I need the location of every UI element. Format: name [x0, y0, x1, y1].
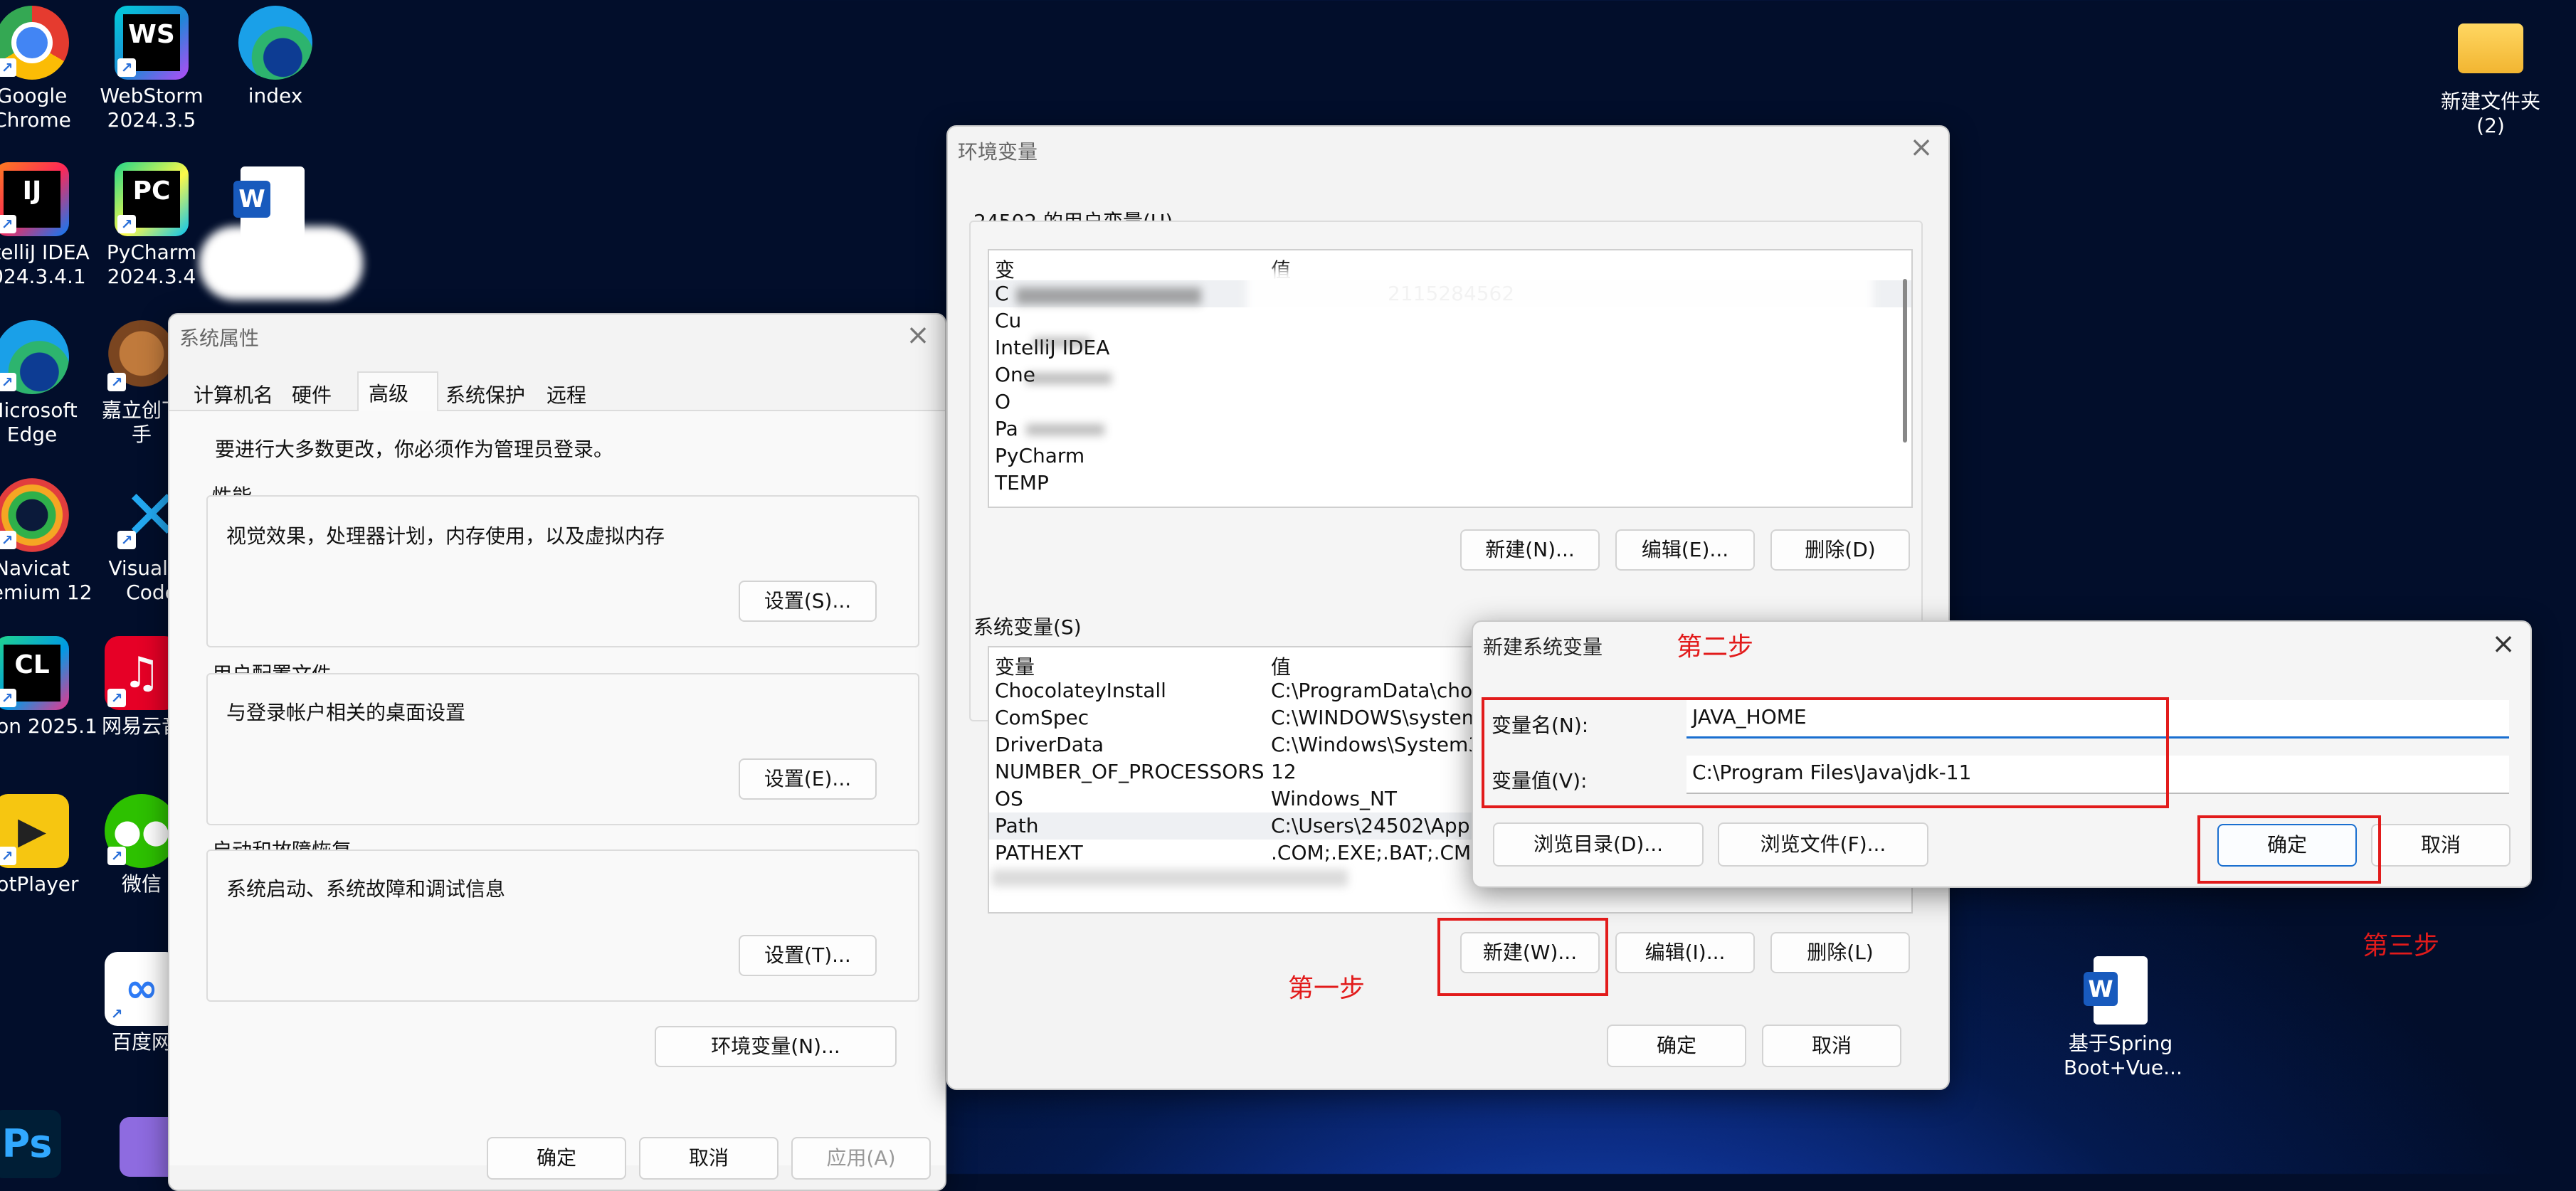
navicat-icon: ↗	[0, 478, 69, 552]
annotation-step2: 第二步	[1677, 632, 1754, 662]
scrollbar[interactable]	[1903, 279, 1907, 443]
window-title: 环境变量	[958, 140, 1038, 164]
startup-settings-button[interactable]: 设置(T)...	[739, 935, 877, 976]
window-title: 新建系统变量	[1483, 635, 1603, 659]
apply-button[interactable]: 应用(A)	[791, 1137, 931, 1180]
cancel-button[interactable]: 取消	[1762, 1025, 1901, 1067]
system-edit-button[interactable]: 编辑(I)...	[1615, 932, 1755, 973]
desktop-icon-label: PyCharm 2024.3.4	[106, 240, 197, 288]
group-desc: 系统启动、系统故障和调试信息	[226, 877, 506, 901]
word-doc-icon: W	[2084, 953, 2158, 1027]
desktop-icon-label: Navicat Premium 12	[0, 556, 93, 604]
edge-icon: ↗	[0, 320, 69, 394]
admin-notice: 要进行大多数更改，你必须作为管理员登录。	[215, 438, 614, 461]
redacted-values	[1026, 424, 1104, 435]
redacted-values	[1247, 269, 1873, 497]
pycharm-icon: PC ↗	[115, 162, 189, 236]
annotation-box-ok	[2197, 815, 2381, 884]
photoshop-icon[interactable]: Ps	[0, 1110, 61, 1178]
group-startup-recovery	[206, 849, 919, 1002]
group-user-profiles	[206, 673, 919, 825]
redacted-values	[1016, 287, 1201, 305]
annotation-box-new-button	[1437, 918, 1608, 996]
desktop-icon-webstorm[interactable]: WS ↗ WebStorm 2024.3.5	[91, 6, 212, 132]
desktop-icon-pycharm[interactable]: PC ↗ PyCharm 2024.3.4	[91, 162, 212, 289]
chrome-icon: ↗	[0, 6, 69, 80]
intellij-icon: IJ ↗	[0, 162, 69, 236]
system-delete-button[interactable]: 删除(L)	[1770, 932, 1910, 973]
webstorm-icon: WS ↗	[115, 6, 189, 80]
desktop-icon-label: Clion 2025.1	[0, 714, 97, 738]
desktop-icon-label: 新建文件夹 (2)	[2440, 90, 2540, 137]
desktop-icon-navicat[interactable]: ↗ Navicat Premium 12	[0, 478, 93, 605]
tab-hardware[interactable]: 硬件	[292, 380, 332, 408]
window-title: 系统属性	[179, 327, 260, 350]
desktop-icon-spring-doc[interactable]: W 基于Spring Boot+Vue...	[2064, 953, 2182, 1080]
annotation-step3: 第三步	[2363, 931, 2440, 960]
desktop-icon-label: index	[248, 84, 303, 107]
desktop-icon-label: Microsoft Edge	[0, 398, 78, 446]
desktop-icon-potplayer[interactable]: ▶ ↗ PotPlayer	[0, 794, 93, 896]
desktop-icon-index[interactable]: index	[215, 6, 336, 108]
clion-icon: CL ↗	[0, 636, 69, 710]
tab-advanced[interactable]: 高级	[369, 379, 408, 407]
user-delete-button[interactable]: 删除(D)	[1770, 529, 1910, 571]
system-properties-window: 系统属性 × 计算机名 硬件 高级 系统保护 远程 要进行大多数更改，你必须作为…	[168, 313, 946, 1191]
potplayer-icon: ▶ ↗	[0, 794, 69, 868]
environment-variables-button[interactable]: 环境变量(N)...	[655, 1026, 897, 1067]
annotation-box-fields	[1482, 697, 2169, 808]
cancel-button[interactable]: 取消	[639, 1137, 778, 1180]
redacted-values	[1033, 337, 1090, 347]
system-vars-title: 系统变量(S)	[973, 615, 1082, 639]
close-icon[interactable]: ×	[904, 319, 932, 351]
group-desc: 视觉效果，处理器计划，内存使用，以及虚拟内存	[226, 524, 665, 548]
user-profiles-settings-button[interactable]: 设置(E)...	[739, 758, 877, 800]
desktop-icon-edge[interactable]: ↗ Microsoft Edge	[0, 320, 93, 447]
word-icon: W	[233, 181, 270, 218]
desktop-icon-label: Google Chrome	[0, 84, 71, 132]
desktop-icon-clion[interactable]: CL ↗ Clion 2025.1	[0, 636, 97, 739]
tab-system-protection[interactable]: 系统保护	[445, 380, 525, 408]
browse-directory-button[interactable]: 浏览目录(D)...	[1493, 822, 1704, 867]
desktop-icon-new-folder[interactable]: 新建文件夹 (2)	[2434, 11, 2548, 138]
performance-settings-button[interactable]: 设置(S)...	[739, 581, 877, 622]
tab-remote[interactable]: 远程	[547, 380, 586, 408]
user-edit-button[interactable]: 编辑(E)...	[1615, 529, 1755, 571]
group-performance	[206, 495, 919, 647]
close-icon[interactable]: ×	[1907, 131, 1936, 164]
group-desc: 与登录帐户相关的桌面设置	[226, 701, 466, 724]
ok-button[interactable]: 确定	[487, 1137, 626, 1180]
desktop-icon-chrome[interactable]: ↗ Google Chrome	[0, 6, 93, 132]
desktop-icon-label: IntelliJ IDEA 2024.3.4.1	[0, 240, 90, 288]
user-new-button[interactable]: 新建(N)...	[1460, 529, 1600, 571]
desktop-icon-intellij[interactable]: IJ ↗ IntelliJ IDEA 2024.3.4.1	[0, 162, 93, 289]
ok-button[interactable]: 确定	[1607, 1025, 1746, 1067]
redacted-values	[992, 869, 1348, 886]
desktop-icon-label: PotPlayer	[0, 872, 79, 896]
desktop-icon-label: 基于Spring Boot+Vue...	[2064, 1032, 2182, 1079]
redacted-values	[1026, 373, 1112, 384]
redacted-label	[199, 226, 363, 300]
annotation-step1: 第一步	[1288, 974, 1366, 1003]
folder-icon	[2454, 11, 2528, 85]
close-icon[interactable]: ×	[2489, 628, 2518, 660]
edge-icon	[238, 6, 312, 80]
browse-file-button[interactable]: 浏览文件(F)...	[1718, 822, 1928, 867]
tab-computer-name[interactable]: 计算机名	[194, 380, 273, 408]
desktop-icon-label: WebStorm 2024.3.5	[100, 84, 204, 132]
cancel-button[interactable]: 取消	[2371, 824, 2511, 867]
